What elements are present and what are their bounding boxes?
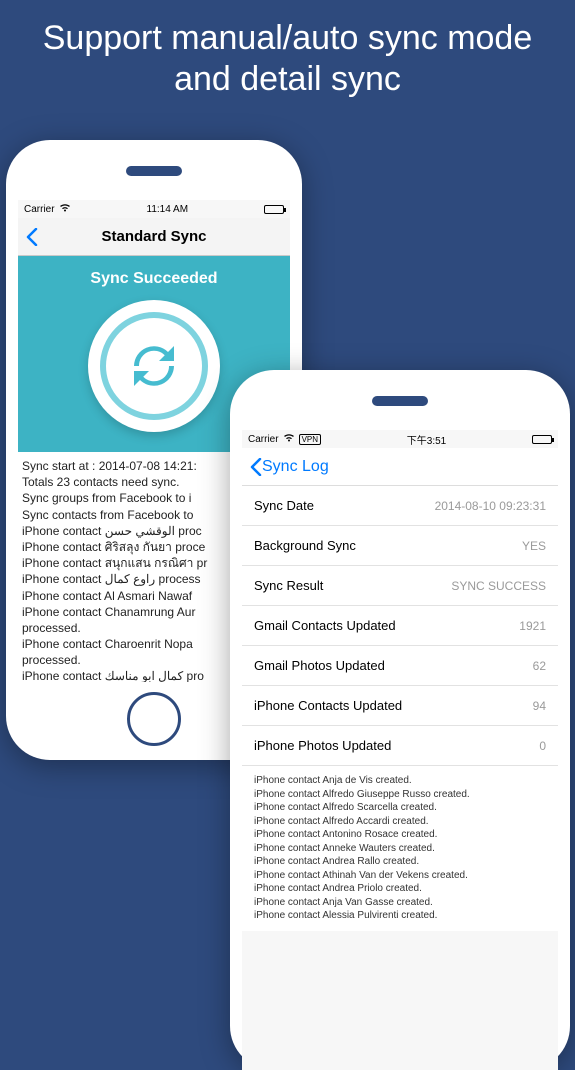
battery-icon xyxy=(264,205,284,214)
home-button[interactable] xyxy=(127,692,181,746)
sync-details-list[interactable]: Sync Date 2014-08-10 09:23:31 Background S… xyxy=(242,486,558,766)
list-row[interactable]: Gmail Contacts Updated 1921 xyxy=(242,606,558,646)
row-key: iPhone Contacts Updated xyxy=(254,698,402,713)
created-line: iPhone contact Alfredo Scarcella created… xyxy=(254,801,546,815)
phone-frame-sync-log: Carrier VPN 下午3:51 Sync Log Sync Date 201… xyxy=(230,370,570,1070)
list-row[interactable]: Gmail Photos Updated 62 xyxy=(242,646,558,686)
phone-speaker xyxy=(126,166,182,176)
row-value: 94 xyxy=(533,699,546,713)
nav-bar: Standard Sync xyxy=(18,218,290,256)
vpn-badge: VPN xyxy=(299,434,321,445)
carrier-label: Carrier xyxy=(24,204,55,215)
chevron-left-icon xyxy=(250,458,262,476)
status-bar: Carrier 11:14 AM xyxy=(18,200,290,218)
list-row[interactable]: Background Sync YES xyxy=(242,526,558,566)
battery-icon xyxy=(532,435,552,444)
row-value: 62 xyxy=(533,659,546,673)
created-line: iPhone contact Anja de Vis created. xyxy=(254,774,546,788)
carrier-label: Carrier xyxy=(248,434,279,445)
phone-screen: Carrier VPN 下午3:51 Sync Log Sync Date 201… xyxy=(242,430,558,1070)
row-key: Gmail Contacts Updated xyxy=(254,618,396,633)
row-key: Sync Date xyxy=(254,498,314,513)
row-value: SYNC SUCCESS xyxy=(451,579,546,593)
created-line: iPhone contact Athinah Van der Vekens cr… xyxy=(254,869,546,883)
back-button[interactable] xyxy=(18,228,46,246)
created-line: iPhone contact Anneke Wauters created. xyxy=(254,842,546,856)
status-time: 11:14 AM xyxy=(71,204,264,215)
sync-button[interactable] xyxy=(88,300,220,432)
sync-status-label: Sync Succeeded xyxy=(18,270,290,288)
nav-title: Standard Sync xyxy=(18,228,290,245)
created-line: iPhone contact Andrea Rallo created. xyxy=(254,855,546,869)
created-line: iPhone contact Alfredo Giuseppe Russo cr… xyxy=(254,788,546,802)
row-key: Sync Result xyxy=(254,578,323,593)
phone-speaker xyxy=(372,396,428,406)
row-value: 0 xyxy=(539,739,546,753)
chevron-left-icon xyxy=(26,228,38,246)
promo-headline: Support manual/auto sync mode and detail… xyxy=(0,0,575,110)
created-line: iPhone contact Andrea Priolo created. xyxy=(254,882,546,896)
row-value: YES xyxy=(522,539,546,553)
row-key: iPhone Photos Updated xyxy=(254,738,391,753)
row-key: Gmail Photos Updated xyxy=(254,658,385,673)
wifi-icon xyxy=(283,433,295,445)
row-value: 2014-08-10 09:23:31 xyxy=(435,499,546,513)
list-row[interactable]: Sync Date 2014-08-10 09:23:31 xyxy=(242,486,558,526)
back-button[interactable]: Sync Log xyxy=(242,458,337,476)
sync-icon xyxy=(124,336,184,396)
created-line: iPhone contact Anja Van Gasse created. xyxy=(254,896,546,910)
created-line: iPhone contact Alessia Pulvirenti create… xyxy=(254,909,546,923)
status-time: 下午3:51 xyxy=(321,432,532,447)
list-row[interactable]: iPhone Photos Updated 0 xyxy=(242,726,558,766)
nav-back-label: Sync Log xyxy=(262,458,329,476)
list-row[interactable]: iPhone Contacts Updated 94 xyxy=(242,686,558,726)
row-value: 1921 xyxy=(519,619,546,633)
nav-bar: Sync Log xyxy=(242,448,558,486)
status-bar: Carrier VPN 下午3:51 xyxy=(242,430,558,448)
row-key: Background Sync xyxy=(254,538,356,553)
created-line: iPhone contact Antonino Rosace created. xyxy=(254,828,546,842)
headline-line-2: and detail sync xyxy=(174,60,401,98)
wifi-icon xyxy=(59,203,71,215)
headline-line-1: Support manual/auto sync mode xyxy=(43,19,533,57)
created-line: iPhone contact Alfredo Accardi created. xyxy=(254,815,546,829)
list-row[interactable]: Sync Result SYNC SUCCESS xyxy=(242,566,558,606)
created-log[interactable]: iPhone contact Anja de Vis created.iPhon… xyxy=(242,766,558,931)
